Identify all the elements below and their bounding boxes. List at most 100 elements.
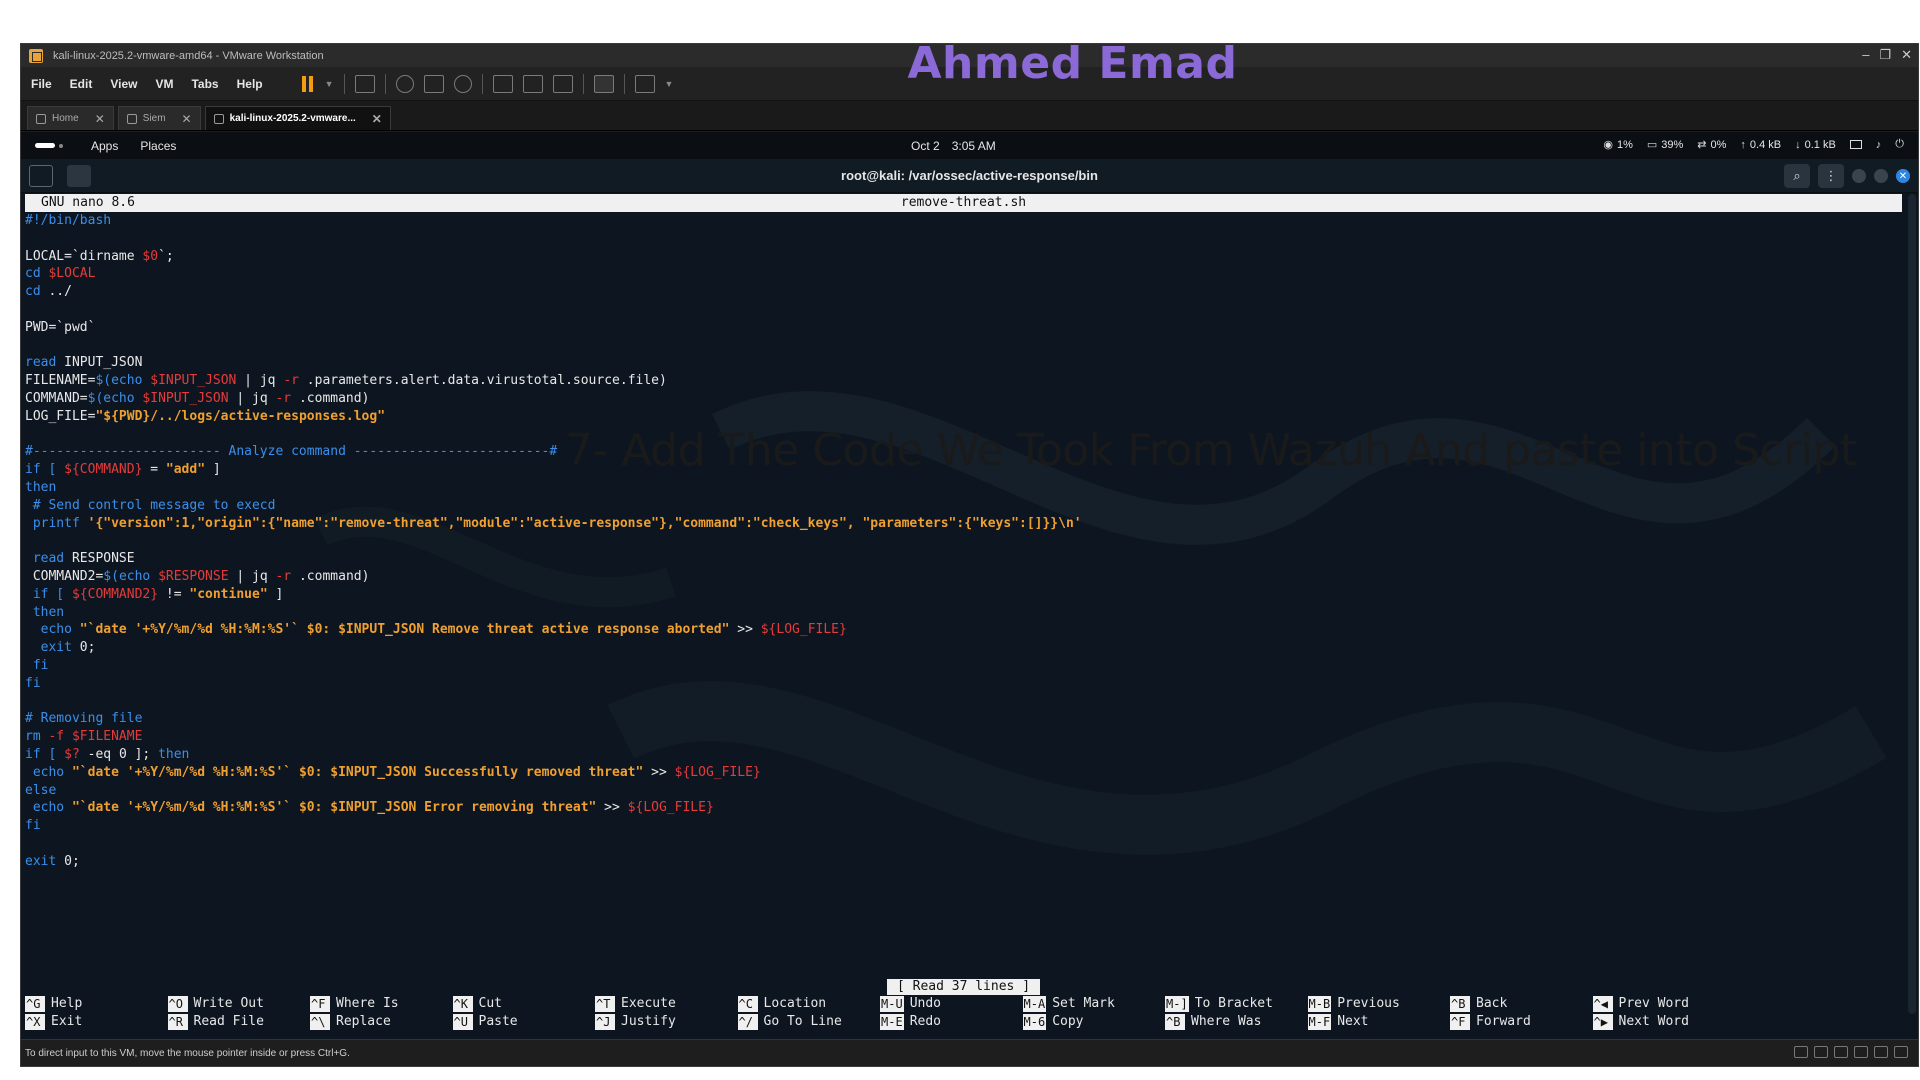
shortcut-item[interactable]: ^B Where Was [1165, 1013, 1308, 1031]
code-token: = [142, 462, 166, 478]
kali-top-panel: Apps Places Oct 2 3:05 AM ◉ 1% ▭ 39% ⇄ 0% ↑… [21, 132, 1918, 159]
nano-editor[interactable]: GNU nano 8.6 remove-threat.sh #!/bin/bas… [25, 194, 1902, 1030]
home-icon [36, 113, 46, 124]
shortcut-item[interactable]: ^▶ Next Word [1592, 1013, 1736, 1031]
shortcut-key: M-A [1022, 995, 1047, 1012]
shortcut-key: ^O [167, 995, 188, 1012]
code-line: exit 0; [25, 639, 1902, 657]
device-icons [1794, 1046, 1908, 1058]
shortcut-item[interactable]: M-U Undo [880, 995, 1023, 1013]
code-token: -r [283, 373, 299, 389]
shortcut-item[interactable]: ^K Cut [452, 995, 596, 1013]
shortcut-item[interactable]: ^B Back [1450, 995, 1593, 1013]
code-token: "${PWD}/../logs/active-responses.log" [95, 408, 386, 424]
close-icon[interactable]: ✕ [95, 112, 105, 126]
shortcut-label: Next [1337, 1013, 1369, 1029]
maximize-icon[interactable] [1874, 169, 1888, 183]
shortcut-item[interactable]: ^G Help [25, 995, 168, 1013]
shortcut-item[interactable]: M-F Next [1307, 1013, 1451, 1031]
code-token: -f $FILENAME [48, 729, 143, 745]
tab-label: Siem [142, 113, 166, 124]
code-token: echo [25, 764, 72, 780]
shortcut-item[interactable]: ^F Where Is [310, 995, 453, 1013]
code-token: 0 ]; [118, 746, 159, 762]
code-token: `; [158, 248, 174, 264]
shortcut-item[interactable]: M-A Set Mark [1022, 995, 1166, 1013]
code-token: else [25, 782, 57, 798]
code-token: $INPUT_JSON [150, 373, 237, 389]
shortcut-key: ^K [452, 995, 473, 1012]
close-icon[interactable]: ✕ [1896, 169, 1910, 183]
shortcut-item[interactable]: M-6 Copy [1022, 1013, 1166, 1031]
shortcut-label: Where Was [1191, 1013, 1262, 1029]
nano-buffer[interactable]: #!/bin/bash LOCAL=`dirname $0`; cd $LOCAL… [25, 212, 1902, 870]
net-down-monitor[interactable]: ↓ 0.1 kB [1795, 139, 1836, 151]
code-token: cd [25, 284, 49, 300]
hard-disk-icon[interactable] [1794, 1046, 1808, 1058]
close-icon[interactable]: ✕ [372, 112, 382, 126]
tab-kali[interactable]: kali-linux-2025.2-vmware... ✕ [204, 106, 391, 130]
shortcut-item[interactable]: ^T Execute [595, 995, 738, 1013]
shortcut-item[interactable]: ^X Exit [25, 1013, 168, 1031]
shortcut-item[interactable]: M-B Previous [1307, 995, 1451, 1013]
shortcut-key: M-F [1307, 1013, 1332, 1030]
shortcut-label: Help [51, 996, 83, 1011]
minimize-icon[interactable] [1852, 169, 1866, 183]
power-icon[interactable]: ⏻ [1895, 138, 1904, 151]
search-icon[interactable]: ⌕ [1784, 164, 1810, 188]
shortcut-item[interactable]: ^◀ Prev Word [1592, 995, 1736, 1013]
shortcut-key: ^\ [310, 1013, 330, 1030]
code-token: ${LOG_FILE} [674, 764, 761, 780]
shortcut-label: Execute [621, 996, 676, 1011]
shortcut-item[interactable]: M-] To Bracket [1165, 995, 1308, 1013]
tab-home[interactable]: Home ✕ [27, 106, 114, 130]
code-token: rm [25, 729, 49, 745]
shortcut-item[interactable]: ^U Paste [452, 1013, 596, 1031]
shortcut-item[interactable]: ^F Forward [1450, 1013, 1593, 1031]
volume-icon[interactable]: ♪ [1876, 139, 1882, 151]
display-icon[interactable] [1894, 1046, 1908, 1058]
workspace-indicator[interactable] [59, 143, 63, 148]
shortcut-item[interactable]: ^R Read File [167, 1013, 311, 1031]
code-line: read INPUT_JSON [25, 354, 1902, 372]
close-icon[interactable]: ✕ [182, 112, 192, 126]
shortcut-item[interactable]: ^O Write Out [167, 995, 311, 1013]
display-icon[interactable] [1849, 140, 1862, 149]
code-line: rm -f $FILENAME [25, 728, 1902, 746]
network-adapter-icon[interactable] [1814, 1046, 1828, 1058]
code-token: >> [729, 622, 761, 638]
net-up-monitor[interactable]: ↑ 0.4 kB [1740, 139, 1781, 151]
code-token: fi [25, 657, 49, 673]
places-menu[interactable]: Places [140, 139, 176, 153]
code-token: fi [25, 675, 41, 691]
tab-siem[interactable]: Siem ✕ [117, 106, 201, 130]
shortcut-item[interactable]: ^J Justify [595, 1013, 738, 1031]
shortcut-label: To Bracket [1194, 996, 1273, 1011]
code-line: COMMAND2=$(echo $RESPONSE | jq -r .comma… [25, 568, 1902, 586]
menu-icon[interactable]: ⋮ [1818, 164, 1844, 188]
code-token: $( [103, 568, 119, 584]
net-down-value: 0.1 kB [1804, 138, 1836, 151]
sound-card-icon[interactable] [1854, 1046, 1868, 1058]
shortcut-key: M-6 [1022, 1013, 1047, 1030]
code-token: $INPUT_JSON [142, 390, 229, 406]
usb-icon[interactable] [1834, 1046, 1848, 1058]
cpu-monitor[interactable]: ◉ 1% [1603, 138, 1633, 152]
code-token: read [25, 551, 72, 567]
shortcut-item[interactable]: ^\ Replace [310, 1013, 453, 1031]
swap-monitor[interactable]: ⇄ 0% [1697, 138, 1726, 152]
printer-icon[interactable] [1874, 1046, 1888, 1058]
vm-guest-display[interactable]: Apps Places Oct 2 3:05 AM ◉ 1% ▭ 39% ⇄ 0% ↑… [21, 132, 1918, 1040]
shortcut-label: Write Out [193, 996, 264, 1011]
memory-monitor[interactable]: ▭ 39% [1647, 138, 1683, 152]
terminal-scrollbar[interactable] [1908, 194, 1916, 1014]
shortcut-label: Paste [478, 1013, 518, 1029]
shortcut-item[interactable]: M-E Redo [880, 1013, 1023, 1031]
workspace-indicator-active[interactable] [35, 143, 55, 148]
panel-clock[interactable]: Oct 2 3:05 AM [911, 139, 996, 153]
shortcut-item[interactable]: ^C Location [737, 995, 881, 1013]
shortcut-item[interactable]: ^/ Go To Line [737, 1013, 881, 1031]
code-token: # Send control message to execd [25, 497, 276, 513]
apps-menu[interactable]: Apps [91, 139, 118, 153]
code-token: -eq [79, 746, 119, 762]
